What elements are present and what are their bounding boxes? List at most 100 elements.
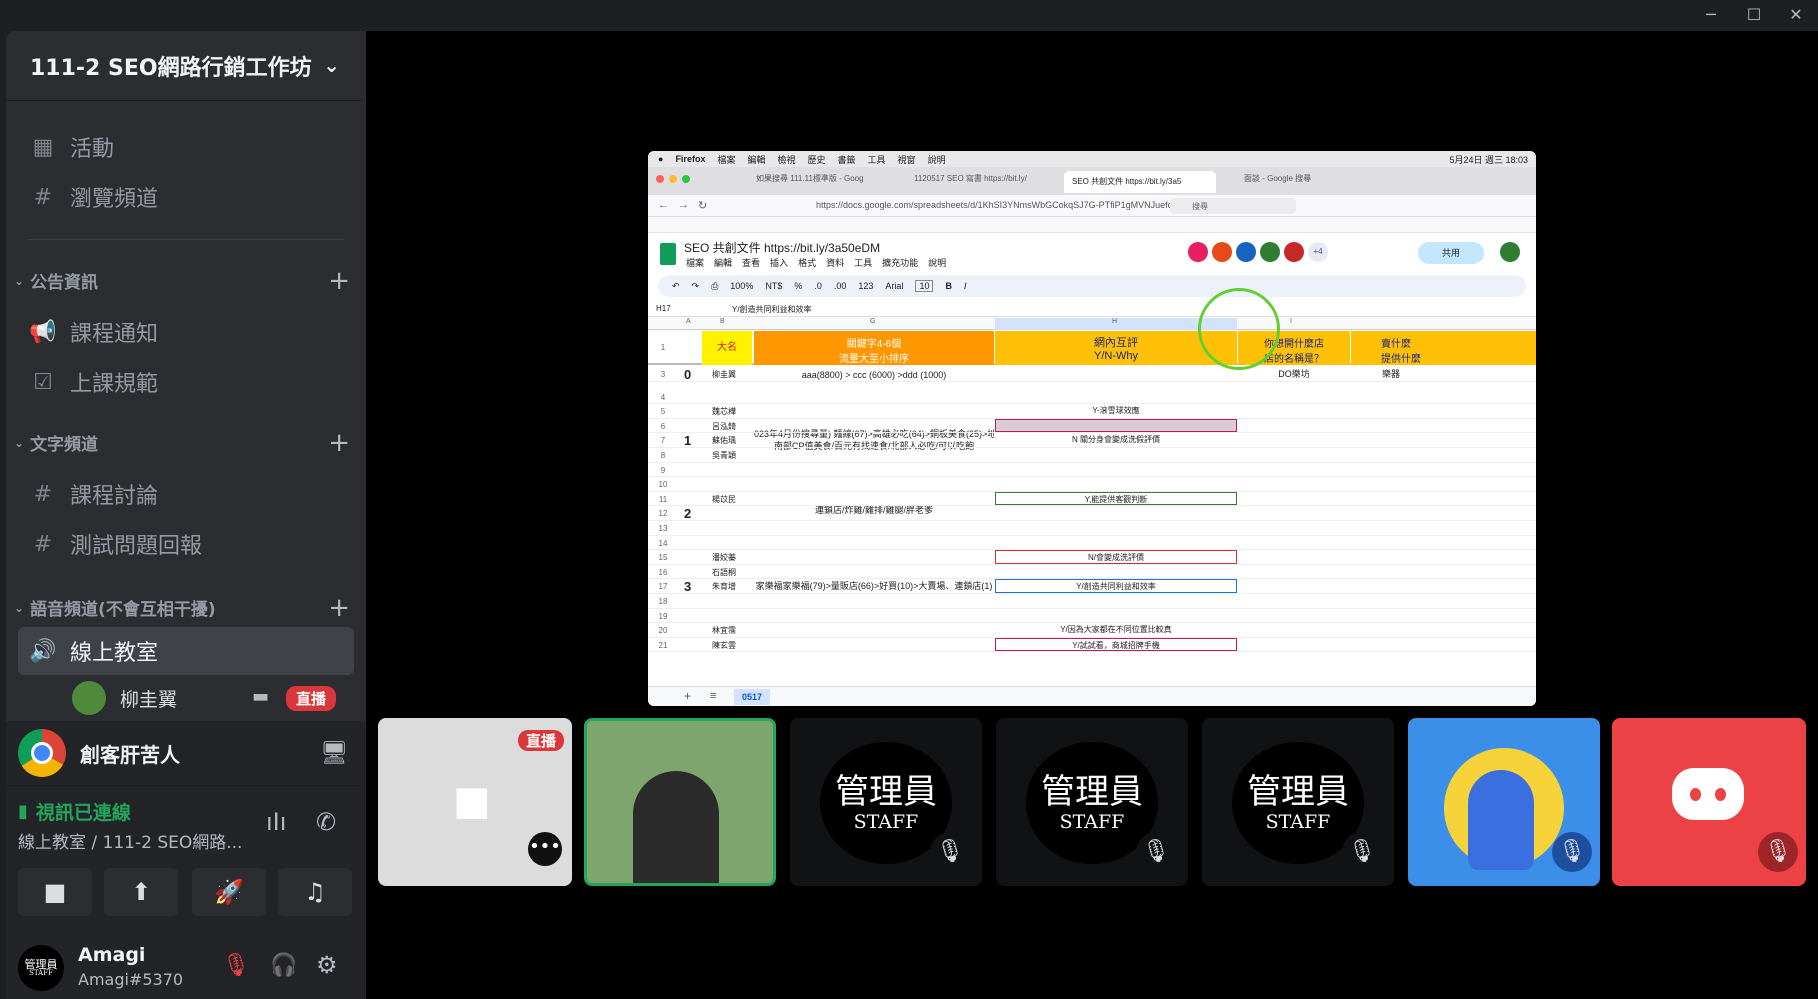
noise-suppression-icon[interactable]: ıIı xyxy=(266,808,286,836)
review-cell[interactable] xyxy=(995,565,1237,579)
table-row[interactable]: 6 呂泓錡 xyxy=(648,418,1536,434)
row-number[interactable]: 4 xyxy=(648,393,678,402)
table-row[interactable]: 9 xyxy=(648,463,1536,478)
minimize-icon[interactable]: ─ xyxy=(1699,4,1723,26)
table-row[interactable]: 17 3 朱育增 Y/創造共同利益和效率 xyxy=(648,579,1536,594)
camera-tile[interactable] xyxy=(584,718,776,886)
table-row[interactable]: 4 xyxy=(648,390,1536,405)
row-number[interactable]: 5 xyxy=(648,407,678,416)
font-select[interactable]: Arial xyxy=(885,281,903,291)
voice-room-row[interactable]: 🔊 線上教室 xyxy=(28,630,158,672)
row-number[interactable]: 11 xyxy=(648,495,678,504)
redo-icon[interactable]: ↷ xyxy=(692,281,700,292)
row-number[interactable]: 20 xyxy=(648,626,678,635)
reload-icon[interactable]: ↻ xyxy=(698,199,707,212)
table-row[interactable]: 21 陳玄雲 Y/試試看，商城招牌手機 xyxy=(648,637,1536,653)
name-cell[interactable]: 林宜霈 xyxy=(712,625,736,636)
review-cell[interactable] xyxy=(995,463,1237,477)
participant-tile[interactable]: 🎙 xyxy=(1408,718,1600,886)
header-cell[interactable]: 關鍵字4-6個 流量大至小排序 xyxy=(754,331,994,365)
table-row[interactable]: 12 2 xyxy=(648,506,1536,521)
name-cell[interactable]: 楊苡民 xyxy=(712,494,736,505)
name-cell[interactable]: 吳青穎 xyxy=(712,450,736,461)
table-row[interactable]: 11 楊苡民 Y,能提供客觀判斷 xyxy=(648,491,1536,507)
add-sheet-icon[interactable]: + xyxy=(684,689,691,703)
italic-icon[interactable]: I xyxy=(964,281,967,291)
review-cell[interactable]: Y/因為大家都在不同位置比較真 xyxy=(995,623,1237,637)
row-number[interactable]: 8 xyxy=(648,451,678,460)
review-cell[interactable] xyxy=(995,506,1237,520)
avatar[interactable] xyxy=(1500,242,1520,262)
mic-muted-icon[interactable]: 🎙 xyxy=(222,953,250,978)
name-cell[interactable]: 朱育增 xyxy=(712,581,736,592)
sheet-tab[interactable]: 0517 xyxy=(734,689,771,705)
review-cell[interactable]: Y/試試看，商城招牌手機 xyxy=(995,637,1237,652)
shared-screen[interactable]: ● Firefox 檔案 編輯 檢視 歷史 書籤 工具 視窗 說明 5月24日 … xyxy=(648,151,1536,706)
row-number[interactable]: 14 xyxy=(648,539,678,548)
table-row[interactable]: 3 0 柳圭翼 xyxy=(648,367,1536,382)
add-channel-icon[interactable]: + xyxy=(328,428,350,458)
participant-tile[interactable]: 管理員 STAFF 🎙 xyxy=(1202,718,1394,886)
url-field[interactable]: https://docs.google.com/spreadsheets/d/1… xyxy=(816,200,1173,210)
channel-class-rules[interactable]: ☑ 上課規範 xyxy=(28,361,158,403)
table-row[interactable]: 20 林宜霈 Y/因為大家都在不同位置比較真 xyxy=(648,623,1536,638)
table-row[interactable]: 8 吳青穎 xyxy=(648,448,1536,463)
table-row[interactable]: 10 xyxy=(648,477,1536,492)
review-cell[interactable] xyxy=(995,521,1237,535)
row-number[interactable]: 21 xyxy=(648,641,678,650)
maximize-icon[interactable]: ☐ xyxy=(1742,4,1766,26)
review-cell[interactable] xyxy=(995,609,1237,623)
table-row[interactable]: 13 xyxy=(648,521,1536,536)
table-row[interactable]: 14 xyxy=(648,536,1536,551)
table-row[interactable]: 7 1 蘇佑瑀 N 關分身會變成洗假評價 xyxy=(648,433,1536,448)
back-icon[interactable]: ← xyxy=(658,199,669,211)
review-cell[interactable] xyxy=(995,536,1237,550)
participant-tile[interactable]: 🎙 xyxy=(1612,718,1806,886)
browser-tab[interactable]: 面談 - Google 搜尋 xyxy=(1244,173,1354,191)
stream-tile[interactable]: 直播 ■ ••• xyxy=(378,718,572,886)
print-icon[interactable]: ⎙ xyxy=(711,281,718,292)
row-number[interactable]: 16 xyxy=(648,568,678,577)
review-cell[interactable] xyxy=(995,448,1237,462)
voice-user-row[interactable]: 柳圭翼 xyxy=(72,680,177,716)
name-cell[interactable]: 魏芯樺 xyxy=(712,406,736,417)
row-number[interactable]: 17 xyxy=(648,582,678,591)
all-sheets-icon[interactable]: ≡ xyxy=(710,690,716,702)
row-number[interactable]: 13 xyxy=(648,524,678,533)
review-cell[interactable]: Y-滾雪球效應 xyxy=(995,404,1237,418)
review-cell[interactable] xyxy=(995,418,1237,433)
header-cell[interactable]: 大名 xyxy=(702,331,752,365)
avatar[interactable]: 管理員 STAFF xyxy=(18,945,64,991)
bold-icon[interactable]: B xyxy=(945,281,952,291)
formula-input[interactable]: Y/創造共同利益和效率 xyxy=(732,304,812,315)
table-row[interactable]: 15 潘姣蓁 N/會變成洗評價 xyxy=(648,550,1536,565)
row-number[interactable]: 15 xyxy=(648,553,678,562)
table-row[interactable]: 18 xyxy=(648,594,1536,609)
category-announce[interactable]: ⌄ 公告資訊 + xyxy=(14,266,350,296)
table-row[interactable]: 5 魏芯樺 Y-滾雪球效應 xyxy=(648,404,1536,419)
channel-course-notice[interactable]: 📢 課程通知 xyxy=(28,311,158,353)
close-icon[interactable]: ✕ xyxy=(1784,4,1808,26)
name-cell[interactable]: 柳圭翼 xyxy=(712,369,736,380)
channel-test-report[interactable]: # 測試問題回報 xyxy=(28,523,202,565)
name-cell[interactable]: 陳玄雲 xyxy=(712,640,736,651)
name-cell[interactable]: 呂泓錡 xyxy=(712,421,736,432)
connection-location[interactable]: 線上教室 / 111-2 SEO網路... xyxy=(18,828,242,853)
review-cell[interactable] xyxy=(995,594,1237,608)
review-cell[interactable] xyxy=(995,477,1237,491)
review-cell[interactable] xyxy=(995,367,1237,381)
row-number[interactable]: 19 xyxy=(648,612,678,621)
add-channel-icon[interactable]: + xyxy=(328,266,350,296)
server-header[interactable]: 111-2 SEO網路行銷工作坊 ⌄ xyxy=(6,31,366,101)
name-cell[interactable]: 蘇佑瑀 xyxy=(712,435,736,446)
browser-tab-active[interactable]: SEO 共創文件 https://bit.ly/3a5 xyxy=(1064,171,1216,193)
category-voice[interactable]: ⌄ 語音頻道(不會互相干擾) + xyxy=(14,593,350,623)
activity-button[interactable]: 🚀 xyxy=(192,868,266,916)
review-cell[interactable]: N 關分身會變成洗假評價 xyxy=(995,433,1237,447)
category-text[interactable]: ⌄ 文字頻道 + xyxy=(14,428,350,458)
screen-share-icon[interactable]: 🖥 xyxy=(320,741,348,766)
doc-title[interactable]: SEO 共創文件 https://bit.ly/3a50eDM xyxy=(684,239,880,256)
cell-reference[interactable]: H17 xyxy=(656,304,671,313)
headphones-icon[interactable]: 🎧 xyxy=(270,953,297,978)
row-number[interactable]: 10 xyxy=(648,480,678,489)
